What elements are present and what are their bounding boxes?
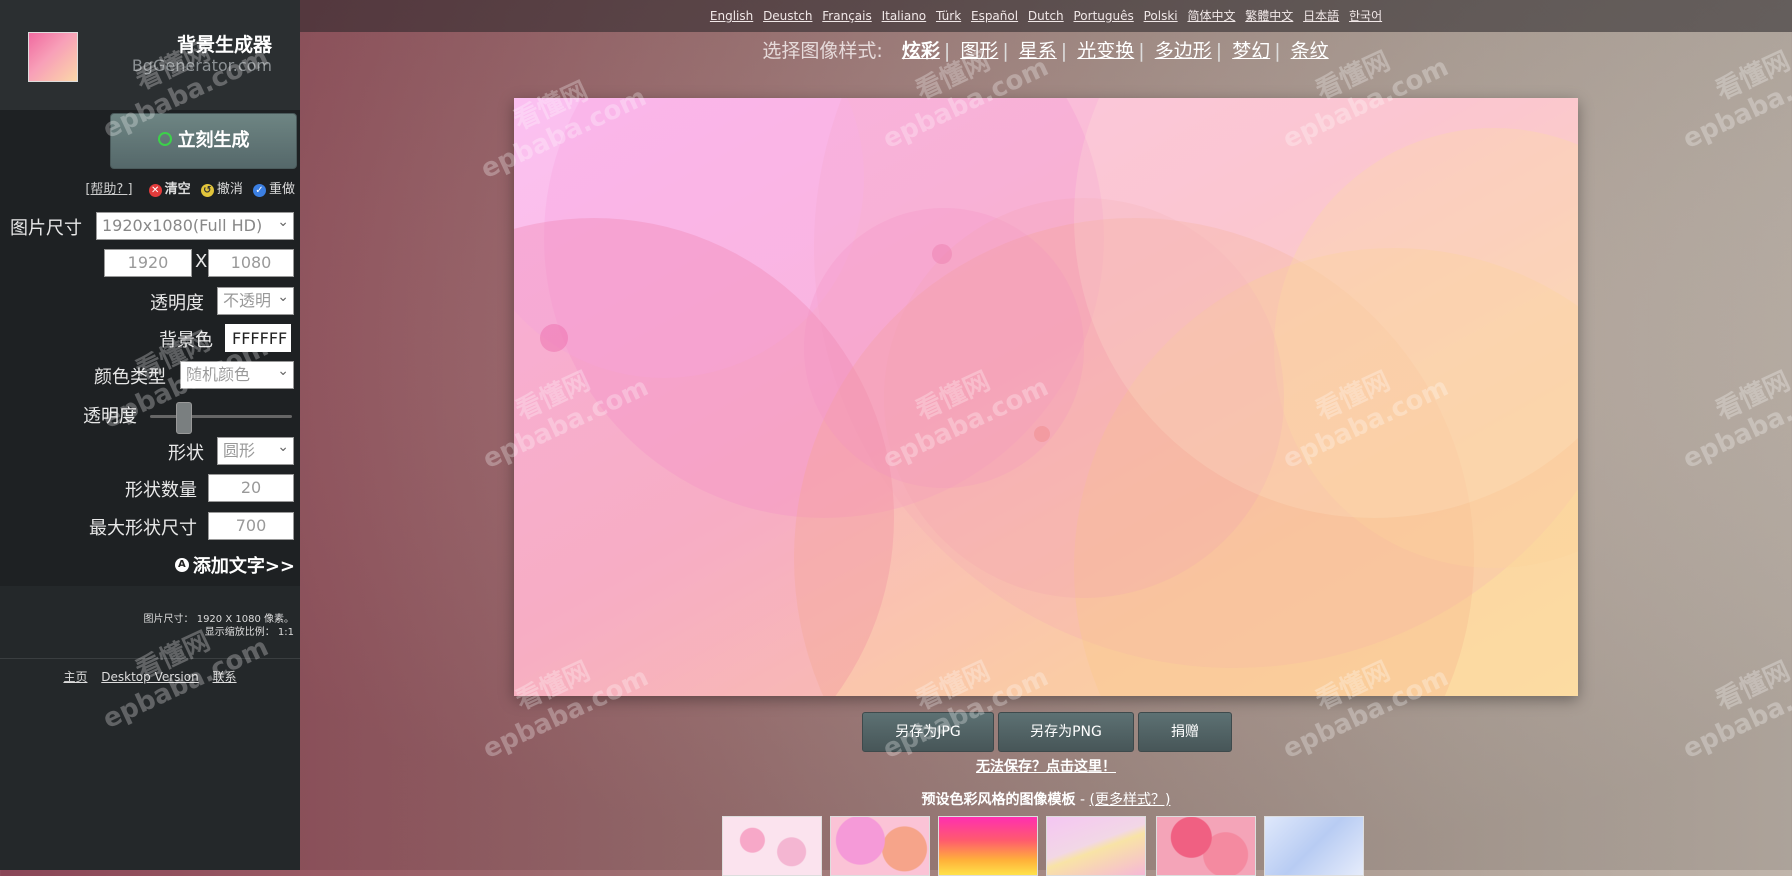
lang-turk[interactable]: Türk	[936, 9, 961, 23]
x-separator: X	[195, 251, 208, 272]
width-input[interactable]: 1920	[104, 249, 192, 277]
lang-polski[interactable]: Polski	[1144, 9, 1178, 23]
donate-button[interactable]: 捐赠	[1138, 712, 1232, 752]
color-type-select[interactable]: 随机颜色	[180, 358, 294, 389]
style-stripes[interactable]: 条纹	[1291, 40, 1329, 62]
sidebar: 背景生成器 BgGenerator.com 立刻生成 [帮助? ] ✕ 清空 ↺ 撤…	[0, 0, 300, 870]
opacity-slider-track[interactable]	[150, 415, 292, 418]
clear-label: 清空	[164, 182, 191, 197]
redo-icon: ✓	[252, 184, 266, 197]
home-link[interactable]: 主页	[63, 670, 87, 684]
footer-links: 主页 Desktop Version 联系	[0, 668, 300, 685]
opacity-slider-handle[interactable]	[175, 402, 192, 434]
lang-japanese[interactable]: 日本語	[1303, 9, 1339, 23]
lang-francais[interactable]: Français	[822, 9, 871, 23]
color-type-label: 颜色类型	[94, 367, 166, 388]
cant-save-link[interactable]: 无法保存？点击这里！	[300, 756, 1792, 776]
watermark: 看懂网 epbaba.com	[1678, 366, 1792, 475]
generate-icon	[157, 132, 172, 146]
clear-icon: ✕	[148, 184, 162, 197]
max-shape-size-label: 最大形状尺寸	[89, 518, 197, 539]
template-thumbnail[interactable]	[1046, 816, 1146, 876]
image-size-label: 图片尺寸	[10, 218, 82, 239]
undo-button[interactable]: ↺ 撤消	[200, 182, 243, 197]
undo-icon: ↺	[200, 184, 214, 197]
add-text-icon: A	[174, 558, 189, 572]
help-link[interactable]: [帮助? ]	[85, 182, 132, 197]
desktop-version-link[interactable]: Desktop Version	[101, 670, 198, 684]
style-colorful[interactable]: 炫彩	[902, 40, 940, 62]
generate-button[interactable]: 立刻生成	[110, 113, 297, 169]
style-shapes[interactable]: 图形	[960, 40, 998, 62]
background-preview-canvas[interactable]	[514, 98, 1578, 696]
sidebar-divider	[0, 658, 300, 659]
add-text-label: 添加文字>>	[192, 556, 295, 577]
image-info: 图片尺寸： 1920 X 1080 像素。 显示缩放比例： 1:1	[144, 613, 294, 639]
watermark: 看懂网 epbaba.com	[1678, 656, 1792, 765]
shape-count-input[interactable]: 20	[208, 474, 294, 502]
templates-separator: -	[1075, 792, 1090, 808]
language-bar: English Deustch Français Italiano Türk E…	[300, 0, 1792, 32]
shape-label: 形状	[168, 443, 204, 464]
template-thumbnail[interactable]	[1264, 816, 1364, 876]
more-styles-link[interactable]: (更多样式？)	[1090, 792, 1171, 808]
lang-dutch[interactable]: Dutch	[1028, 9, 1064, 23]
save-jpg-button[interactable]: 另存为JPG	[862, 712, 994, 752]
sidebar-header: 背景生成器 BgGenerator.com	[0, 0, 300, 110]
lang-traditional-chinese[interactable]: 繁體中文	[1245, 9, 1293, 23]
style-galaxy[interactable]: 星系	[1019, 40, 1057, 62]
template-thumbnail[interactable]	[830, 816, 930, 876]
template-thumbnail[interactable]	[722, 816, 822, 876]
templates-heading: 预设色彩风格的图像模板 - (更多样式？)	[300, 789, 1792, 809]
lang-portugues[interactable]: Português	[1074, 9, 1134, 23]
lang-simplified-chinese[interactable]: 简体中文	[1187, 9, 1235, 23]
image-size-select[interactable]: 1920x1080(Full HD)	[96, 209, 294, 240]
max-shape-size-input[interactable]: 700	[208, 512, 294, 540]
shape-count-label: 形状数量	[125, 480, 197, 501]
add-text-button[interactable]: A 添加文字>>	[174, 552, 295, 578]
template-thumbnail[interactable]	[938, 816, 1038, 876]
height-input[interactable]: 1080	[208, 249, 294, 277]
style-light-transform[interactable]: 光变换	[1077, 40, 1134, 62]
bgcolor-label: 背景色	[159, 330, 213, 351]
redo-label: 重做	[268, 182, 295, 197]
app-logo[interactable]	[28, 32, 78, 82]
contact-link[interactable]: 联系	[213, 670, 237, 684]
lang-espanol[interactable]: Español	[971, 9, 1018, 23]
app-subtitle: BgGenerator.com	[131, 56, 272, 75]
transparency-label: 透明度	[150, 293, 204, 314]
opacity-label: 透明度	[83, 406, 137, 427]
style-polygon[interactable]: 多边形	[1155, 40, 1212, 62]
lang-deutsch[interactable]: Deustch	[763, 9, 812, 23]
style-selector: 选择图像样式: 炫彩 | 图形 | 星系 | 光变换 | 多边形 | 梦幻 | 条纹	[762, 40, 1329, 62]
undo-label: 撤消	[216, 182, 243, 197]
lang-italiano[interactable]: Italiano	[882, 9, 927, 23]
info-zoom: 显示缩放比例： 1:1	[204, 627, 294, 638]
template-thumbnail[interactable]	[1156, 816, 1256, 876]
preview-image	[514, 98, 1578, 696]
style-prompt: 选择图像样式:	[762, 40, 883, 62]
lang-korean[interactable]: 한국어	[1349, 9, 1382, 23]
generate-label: 立刻生成	[177, 130, 250, 151]
info-size: 图片尺寸： 1920 X 1080 像素。	[143, 614, 294, 625]
transparency-select[interactable]: 不透明	[217, 284, 294, 315]
save-png-button[interactable]: 另存为PNG	[998, 712, 1134, 752]
app-title: 背景生成器	[176, 34, 272, 56]
style-dreamy[interactable]: 梦幻	[1232, 40, 1270, 62]
redo-button[interactable]: ✓ 重做	[252, 182, 295, 197]
clear-button[interactable]: ✕ 清空	[148, 182, 191, 197]
bgcolor-input[interactable]: FFFFFF	[225, 324, 291, 352]
action-links: [帮助? ] ✕ 清空 ↺ 撤消 ✓ 重做	[85, 178, 295, 197]
lang-english[interactable]: English	[710, 9, 753, 23]
shape-select[interactable]: 圆形	[217, 434, 294, 465]
templates-title: 预设色彩风格的图像模板	[921, 792, 1076, 808]
